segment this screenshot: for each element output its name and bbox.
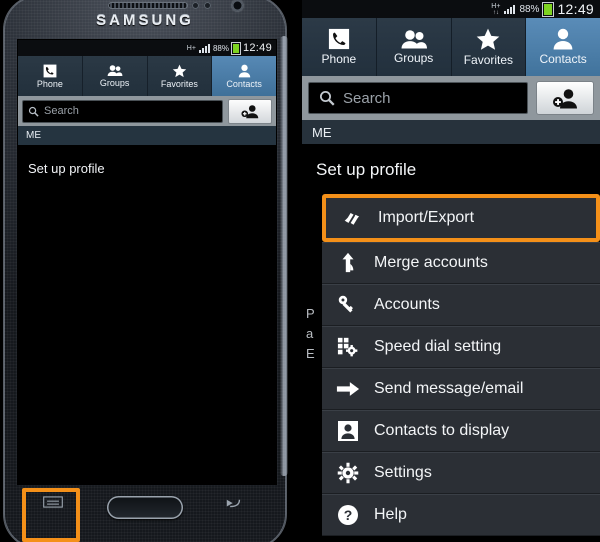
groups-icon: [107, 64, 123, 77]
tab-phone[interactable]: Phone: [18, 56, 83, 96]
key-icon: [336, 293, 360, 317]
menu-item-label: Merge accounts: [374, 254, 488, 271]
menu-item-import-export[interactable]: Import/Export: [326, 198, 596, 238]
set-up-profile-item[interactable]: Set up profile: [302, 144, 600, 194]
context-menu: P a E Import/Export Merge accounts Accou…: [302, 194, 600, 536]
tab-groups[interactable]: Groups: [376, 18, 452, 76]
menu-item-settings[interactable]: Settings: [322, 452, 600, 494]
tab-favorites[interactable]: Favorites: [451, 18, 527, 76]
menu-item-label: Import/Export: [378, 209, 475, 226]
tab-phone-label: Phone: [321, 52, 357, 66]
phone-body: SAMSUNG H+ 88% 12:49 Phone Groups Favori…: [3, 0, 288, 542]
tab-favorites-label: Favorites: [463, 52, 514, 67]
phone-icon: [43, 64, 57, 78]
add-contact-icon: [552, 88, 578, 109]
menu-item-contacts-to-display[interactable]: Contacts to display: [322, 410, 600, 452]
tab-favorites-label: Favorites: [160, 78, 198, 89]
search-icon: [319, 90, 335, 106]
phone-photo-pane: SAMSUNG H+ 88% 12:49 Phone Groups Favori…: [0, 0, 302, 542]
screenshot-root: SAMSUNG H+ 88% 12:49 Phone Groups Favori…: [0, 0, 600, 542]
tab-phone-label: Phone: [36, 78, 63, 89]
import-export-icon: [340, 206, 364, 230]
home-key[interactable]: [107, 496, 183, 519]
contact-icon: [238, 64, 251, 78]
clock-label: 12:49: [242, 42, 272, 54]
help-icon: ?: [336, 503, 360, 527]
tab-contacts-label: Contacts: [539, 52, 587, 66]
phone-tab-bar: Phone Groups Favorites Contacts: [18, 56, 276, 96]
tab-contacts-label: Contacts: [226, 78, 262, 89]
occluded-text-p: P: [306, 306, 315, 321]
tab-contacts[interactable]: Contacts: [212, 56, 276, 96]
keypad-gear-icon: [336, 335, 360, 359]
search-placeholder: Search: [44, 105, 79, 117]
tab-groups-label: Groups: [393, 51, 434, 65]
signal-strength-icon: [504, 4, 516, 14]
menu-item-accounts[interactable]: Accounts: [322, 284, 600, 326]
battery-icon: [231, 42, 240, 54]
menu-item-label: Accounts: [374, 296, 440, 313]
add-contact-button[interactable]: [536, 81, 594, 115]
search-icon: [28, 106, 39, 117]
menu-item-merge-accounts[interactable]: Merge accounts: [322, 242, 600, 284]
search-input[interactable]: Search: [22, 99, 223, 123]
menu-item-help[interactable]: ? Help: [322, 494, 600, 536]
tab-phone[interactable]: Phone: [302, 18, 377, 76]
light-sensor-icon: [204, 2, 211, 9]
phone-icon: [328, 28, 350, 50]
menu-screenshot-pane: H+ ↑↓ 88% 12:49 Phone Groups Favorites C…: [302, 0, 600, 542]
battery-icon: [543, 2, 554, 16]
proximity-sensor-icon: [192, 2, 199, 9]
add-contact-button[interactable]: [228, 98, 272, 124]
tab-groups[interactable]: Groups: [82, 56, 148, 96]
battery-percent-label: 88%: [212, 43, 229, 53]
search-row: Search: [302, 76, 600, 120]
occluded-text-a: a: [306, 326, 314, 341]
status-bar: H+ ↑↓ 88% 12:49: [302, 0, 600, 18]
phone-status-bar: H+ 88% 12:49: [18, 40, 276, 56]
earpiece-grille: [108, 2, 188, 9]
samsung-logo: SAMSUNG: [96, 12, 194, 29]
tab-contacts[interactable]: Contacts: [526, 18, 600, 76]
star-icon: [476, 28, 500, 51]
clock-label: 12:49: [557, 1, 594, 17]
menu-item-label: Help: [374, 506, 407, 523]
menu-item-import-export-highlight: Import/Export: [322, 194, 600, 242]
search-input[interactable]: Search: [308, 82, 528, 114]
list-header-me: ME: [18, 126, 276, 145]
menu-key-highlight-box: [22, 488, 80, 542]
occluded-text-e: E: [306, 346, 315, 361]
network-type-icon: H+: [186, 44, 196, 52]
menu-item-label: Speed dial setting: [374, 338, 502, 355]
battery-percent-label: 88%: [519, 3, 540, 15]
front-camera-icon: [232, 0, 243, 11]
menu-item-label: Contacts to display: [374, 422, 510, 439]
contact-icon: [553, 28, 573, 50]
phone-contact-list: Set up profile: [18, 145, 276, 484]
network-type-icon: H+ ↑↓: [491, 2, 501, 16]
list-header-me: ME: [302, 120, 600, 144]
phone-side-gloss: [280, 36, 288, 476]
tab-bar: Phone Groups Favorites Contacts: [302, 18, 600, 76]
svg-text:?: ?: [344, 507, 353, 523]
groups-icon: [401, 29, 427, 49]
gear-icon: [336, 461, 360, 485]
tab-groups-label: Groups: [99, 78, 130, 88]
back-key[interactable]: [220, 496, 242, 512]
signal-strength-icon: [198, 43, 210, 53]
phone-search-row: Search: [18, 96, 276, 126]
merge-arrow-icon: [336, 251, 360, 275]
menu-item-label: Send message/email: [374, 380, 524, 397]
contact-card-icon: [336, 419, 360, 443]
search-placeholder: Search: [343, 89, 391, 107]
add-contact-icon: [241, 104, 259, 119]
menu-item-send-message-email[interactable]: Send message/email: [322, 368, 600, 410]
set-up-profile-item[interactable]: Set up profile: [18, 145, 276, 176]
menu-item-speed-dial-setting[interactable]: Speed dial setting: [322, 326, 600, 368]
star-icon: [172, 64, 187, 78]
menu-item-label: Settings: [374, 464, 432, 481]
phone-screen: H+ 88% 12:49 Phone Groups Favorites Cont…: [18, 40, 276, 484]
right-arrow-icon: [336, 377, 360, 401]
tab-favorites[interactable]: Favorites: [147, 56, 213, 96]
